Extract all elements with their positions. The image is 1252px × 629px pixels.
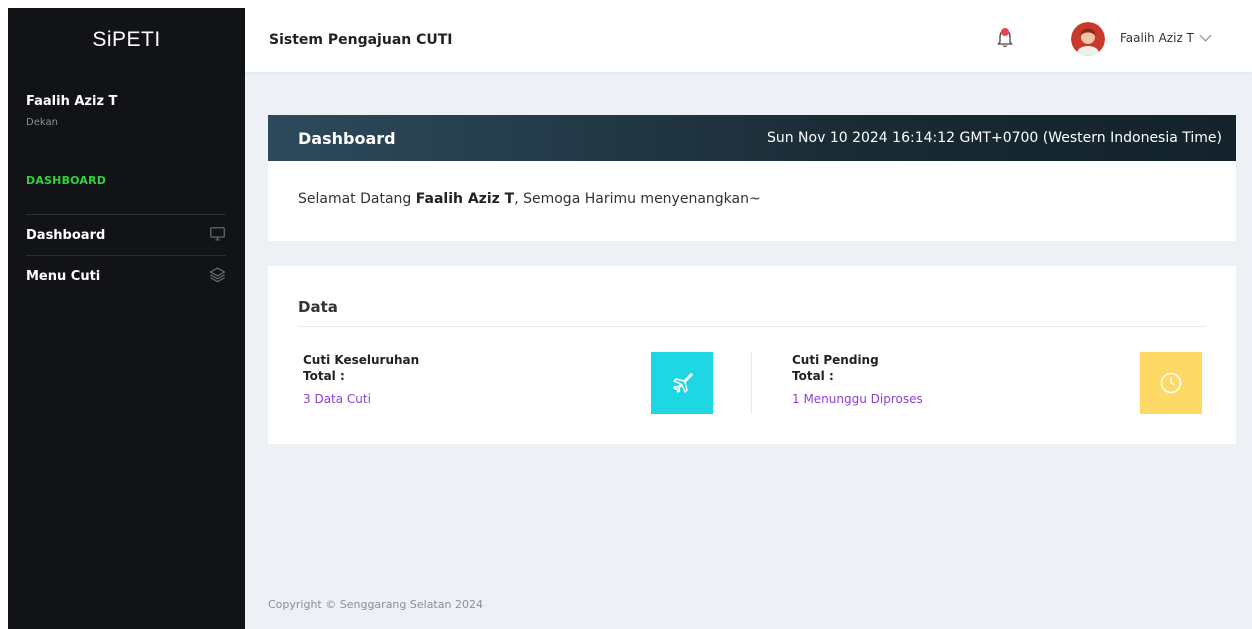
dashboard-datetime: Sun Nov 10 2024 16:14:12 GMT+0700 (Weste… bbox=[766, 130, 1222, 146]
clock-icon bbox=[1140, 352, 1202, 414]
sidebar-user-name: Faalih Aziz T bbox=[26, 94, 118, 109]
bell-icon[interactable] bbox=[996, 26, 1014, 50]
stats-row: Cuti Keseluruhan Total : 3 Data Cuti Cut… bbox=[298, 327, 1206, 444]
stat-cuti-pending: Cuti Pending Total : 1 Menunggu Diproses bbox=[792, 352, 1202, 414]
data-panel: Data Cuti Keseluruhan Total : 3 Data Cut… bbox=[268, 266, 1236, 444]
greeting-text: Selamat Datang Faalih Aziz T, Semoga Har… bbox=[268, 161, 1236, 207]
app-frame: SiPETI Faalih Aziz T Dekan DASHBOARD Das… bbox=[8, 8, 1252, 629]
footer-copyright: Copyright © Senggarang Selatan 2024 bbox=[268, 598, 483, 611]
chevron-down-icon bbox=[1199, 31, 1212, 45]
topbar: Sistem Pengajuan CUTI Faalih Aziz T bbox=[245, 8, 1252, 72]
dashboard-header: Dashboard Sun Nov 10 2024 16:14:12 GMT+0… bbox=[268, 115, 1236, 161]
brand-logo[interactable]: SiPETI bbox=[8, 8, 245, 72]
sidebar-user-role: Dekan bbox=[26, 117, 58, 128]
sidebar: SiPETI Faalih Aziz T Dekan DASHBOARD Das… bbox=[8, 8, 245, 629]
user-menu-label: Faalih Aziz T bbox=[1120, 31, 1194, 45]
sidebar-nav: Dashboard Menu Cuti bbox=[8, 214, 245, 296]
sidebar-user: Faalih Aziz T Dekan bbox=[8, 72, 245, 174]
greeting-name: Faalih Aziz T bbox=[415, 191, 515, 207]
user-menu[interactable]: Faalih Aziz T bbox=[1120, 31, 1212, 45]
dashboard-panel: Dashboard Sun Nov 10 2024 16:14:12 GMT+0… bbox=[268, 115, 1236, 241]
avatar[interactable] bbox=[1071, 22, 1105, 56]
stat-cuti-keseluruhan: Cuti Keseluruhan Total : 3 Data Cuti bbox=[303, 352, 713, 414]
airplane-icon bbox=[651, 352, 713, 414]
sidebar-item-menu-cuti[interactable]: Menu Cuti bbox=[26, 255, 226, 296]
sidebar-section-title: DASHBOARD bbox=[26, 174, 107, 187]
data-title: Data bbox=[298, 266, 1206, 327]
sidebar-item-label: Dashboard bbox=[26, 227, 106, 243]
monitor-icon bbox=[209, 225, 226, 246]
greeting-suffix: , Semoga Harimu menyenangkan~ bbox=[514, 191, 761, 207]
sidebar-item-dashboard[interactable]: Dashboard bbox=[26, 214, 226, 255]
dashboard-title: Dashboard bbox=[298, 128, 396, 148]
stats-divider bbox=[751, 352, 752, 414]
app-title: Sistem Pengajuan CUTI bbox=[269, 32, 453, 48]
sidebar-item-label: Menu Cuti bbox=[26, 268, 101, 284]
layers-icon bbox=[209, 266, 226, 287]
greeting-prefix: Selamat Datang bbox=[298, 191, 416, 207]
